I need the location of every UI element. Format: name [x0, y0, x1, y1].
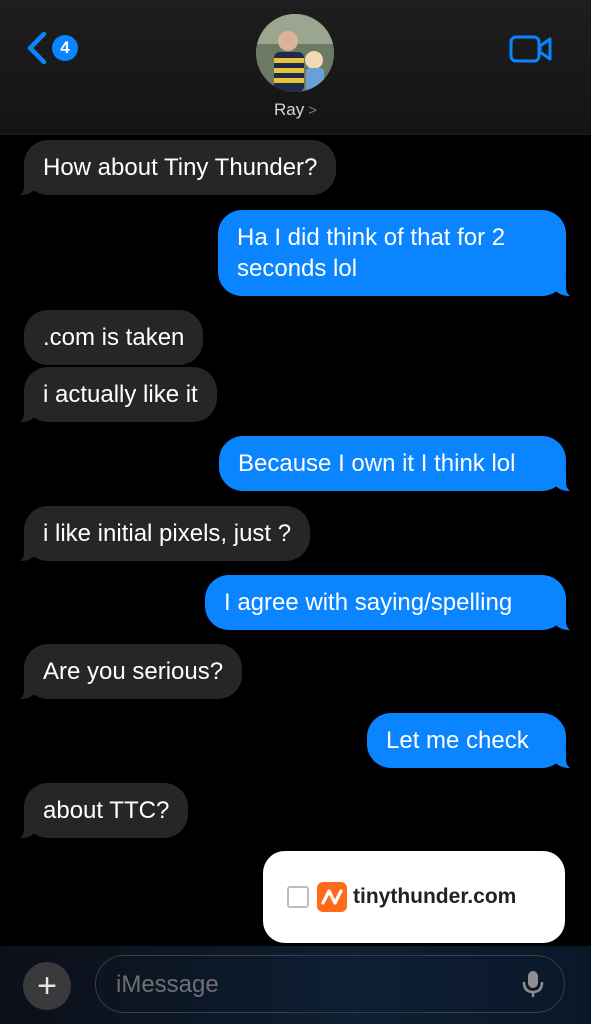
link-preview-card[interactable]: tinythunder.com [263, 851, 565, 943]
video-camera-icon [509, 35, 552, 63]
facetime-button[interactable] [509, 34, 553, 69]
outgoing-message[interactable]: Let me check [367, 713, 580, 770]
conversation-header: 4 Ray > [0, 0, 591, 135]
incoming-message[interactable]: about TTC? [9, 783, 189, 840]
checkbox-icon [287, 886, 309, 908]
incoming-message[interactable]: i like initial pixels, just ? [9, 506, 311, 563]
compose-bar: + iMessage [0, 946, 591, 1024]
contact-name-link[interactable]: Ray > [0, 100, 591, 120]
back-chevron-icon [27, 31, 47, 65]
outgoing-message[interactable]: Ha I did think of that for 2 seconds lol [218, 210, 580, 298]
outgoing-message[interactable]: Because I own it I think lol [219, 436, 580, 493]
tinythunder-logo-icon [317, 882, 347, 912]
incoming-message[interactable]: Are you serious? [9, 644, 243, 701]
avatar-photo [256, 14, 334, 92]
message-input[interactable]: iMessage [95, 955, 565, 1013]
message-placeholder: iMessage [116, 971, 219, 998]
incoming-message[interactable]: .com is taken [24, 310, 204, 365]
back-button[interactable]: 4 [24, 30, 78, 66]
outgoing-message[interactable]: I agree with saying/spelling [205, 575, 580, 632]
chevron-right-icon: > [308, 102, 317, 119]
microphone-icon[interactable] [522, 969, 544, 999]
contact-avatar[interactable] [256, 14, 334, 92]
plus-icon[interactable]: + [23, 962, 71, 1010]
incoming-message[interactable]: i actually like it [10, 367, 217, 424]
incoming-message[interactable]: How about Tiny Thunder? [9, 140, 337, 197]
unread-count-badge: 4 [52, 35, 78, 61]
contact-name: Ray [274, 100, 305, 119]
link-site-name: tinythunder.com [353, 885, 517, 908]
